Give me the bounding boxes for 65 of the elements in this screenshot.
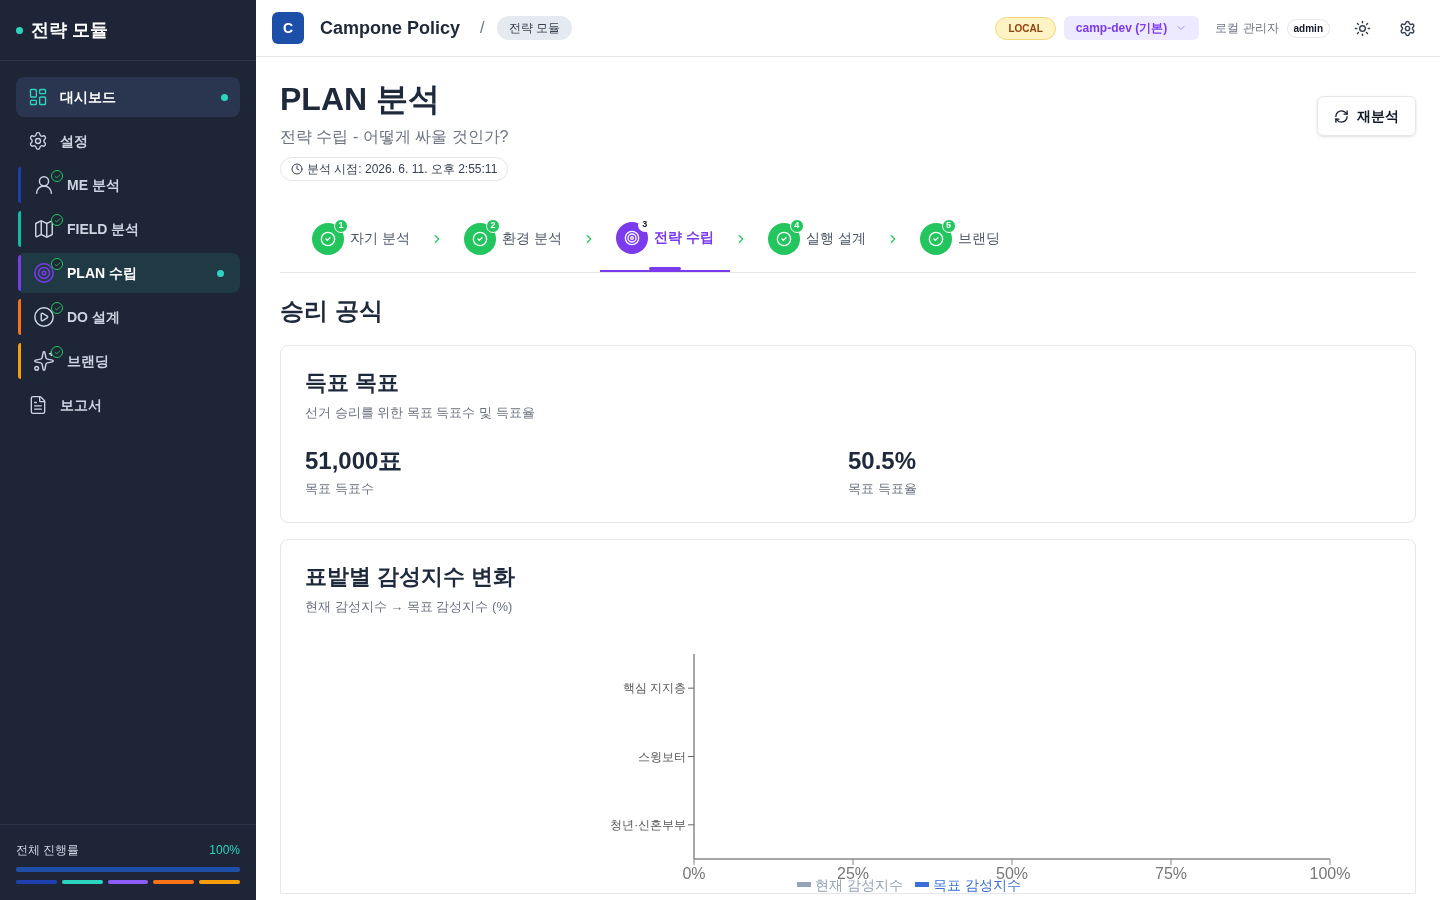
tick-label: 0% — [682, 864, 706, 879]
tick-label: 100% — [1309, 864, 1351, 879]
step-number: 5 — [941, 218, 956, 233]
page-subtitle: 전략 수립 - 어떻게 싸울 것인가? — [280, 127, 509, 147]
card-title: 득표 목표 — [305, 369, 401, 397]
sidebar-item[interactable]: DO 설계 — [21, 297, 240, 337]
step-number: 2 — [485, 218, 500, 233]
progress-label: 전체 진행률 — [16, 842, 80, 859]
step-tab[interactable]: 4 실행 설계 — [767, 205, 866, 272]
user-name: 로컬 관리자 — [1215, 20, 1279, 37]
stat-value: 50.5% — [848, 445, 918, 476]
category-label: 스윙보터 — [638, 750, 686, 762]
settings-icon[interactable] — [1399, 19, 1416, 37]
step-tab[interactable]: 2 환경 분석 — [463, 205, 562, 272]
sidebar-item[interactable]: 대시보드 — [16, 77, 240, 117]
card-title: 표밭별 감성지수 변화 — [305, 563, 517, 591]
sidebar-item[interactable]: ME 분석 — [21, 165, 240, 205]
check-circle-icon — [320, 230, 336, 247]
workspace-dropdown[interactable]: camp-dev (기본) — [1063, 16, 1200, 40]
check-circle-icon — [471, 230, 488, 247]
environment-tag: LOCAL — [995, 16, 1056, 40]
sidebar-item[interactable]: 설정 — [16, 121, 240, 161]
legend-swatch — [797, 882, 811, 887]
stat-label: 목표 득표율 — [848, 479, 918, 498]
dashboard-icon — [28, 87, 48, 107]
document-icon — [28, 395, 48, 415]
step-tab[interactable]: 5 브랜딩 — [919, 205, 1000, 272]
step-number: 1 — [334, 218, 348, 233]
step-tab[interactable]: 3 전략 수립 — [599, 205, 730, 272]
breadcrumb-tag[interactable]: 전략 모듈 — [496, 16, 572, 40]
section-title: 승리 공식 — [280, 296, 384, 326]
check-circle-icon — [775, 230, 792, 247]
target-icon — [33, 262, 55, 284]
step-number: 4 — [789, 218, 804, 233]
breadcrumb-separator: / — [480, 18, 485, 38]
card-subtitle: 선거 승리를 위한 목표 득표수 및 득표율 — [305, 404, 536, 422]
theme-toggle-icon[interactable] — [1354, 19, 1371, 37]
page-title: PLAN 분석 — [280, 81, 440, 117]
category-label: 청년·신혼부부 — [610, 818, 686, 831]
person-icon — [33, 174, 55, 196]
reanalyze-button[interactable]: 재분석 — [1317, 96, 1416, 136]
refresh-icon — [1334, 108, 1349, 124]
map-icon — [33, 218, 55, 240]
timestamp-text: 분석 시점: 2026. 6. 11. 오후 2:55:11 — [307, 161, 498, 178]
stat-value: 51,000표 — [305, 445, 404, 476]
clock-icon — [291, 163, 303, 175]
app-name: Campone Policy — [320, 16, 461, 40]
sparkle-icon — [33, 350, 55, 372]
target-icon — [623, 229, 640, 246]
progress-reading: 100% — [209, 842, 240, 859]
sidebar-title: 전략 모듈 — [31, 18, 108, 42]
app-logo: C — [272, 12, 304, 44]
sidebar-item[interactable]: 브랜딩 — [21, 341, 240, 381]
sidebar-item[interactable]: 보고서 — [16, 385, 240, 425]
gear-icon — [28, 131, 48, 151]
sidebar-item[interactable]: PLAN 수립 — [21, 253, 240, 293]
card-subtitle: 현재 감성지수 → 목표 감성지수 (%) — [305, 598, 514, 616]
category-label: 핵심 지지층 — [622, 681, 686, 694]
sidebar-item[interactable]: FIELD 분석 — [21, 209, 240, 249]
play-icon — [33, 306, 55, 328]
check-circle-icon — [927, 230, 944, 247]
step-tab[interactable]: 1 자기 분석 — [312, 205, 410, 272]
legend-swatch — [914, 882, 929, 887]
stat-label: 목표 득표수 — [305, 479, 375, 498]
tick-label: 75% — [1155, 864, 1187, 879]
